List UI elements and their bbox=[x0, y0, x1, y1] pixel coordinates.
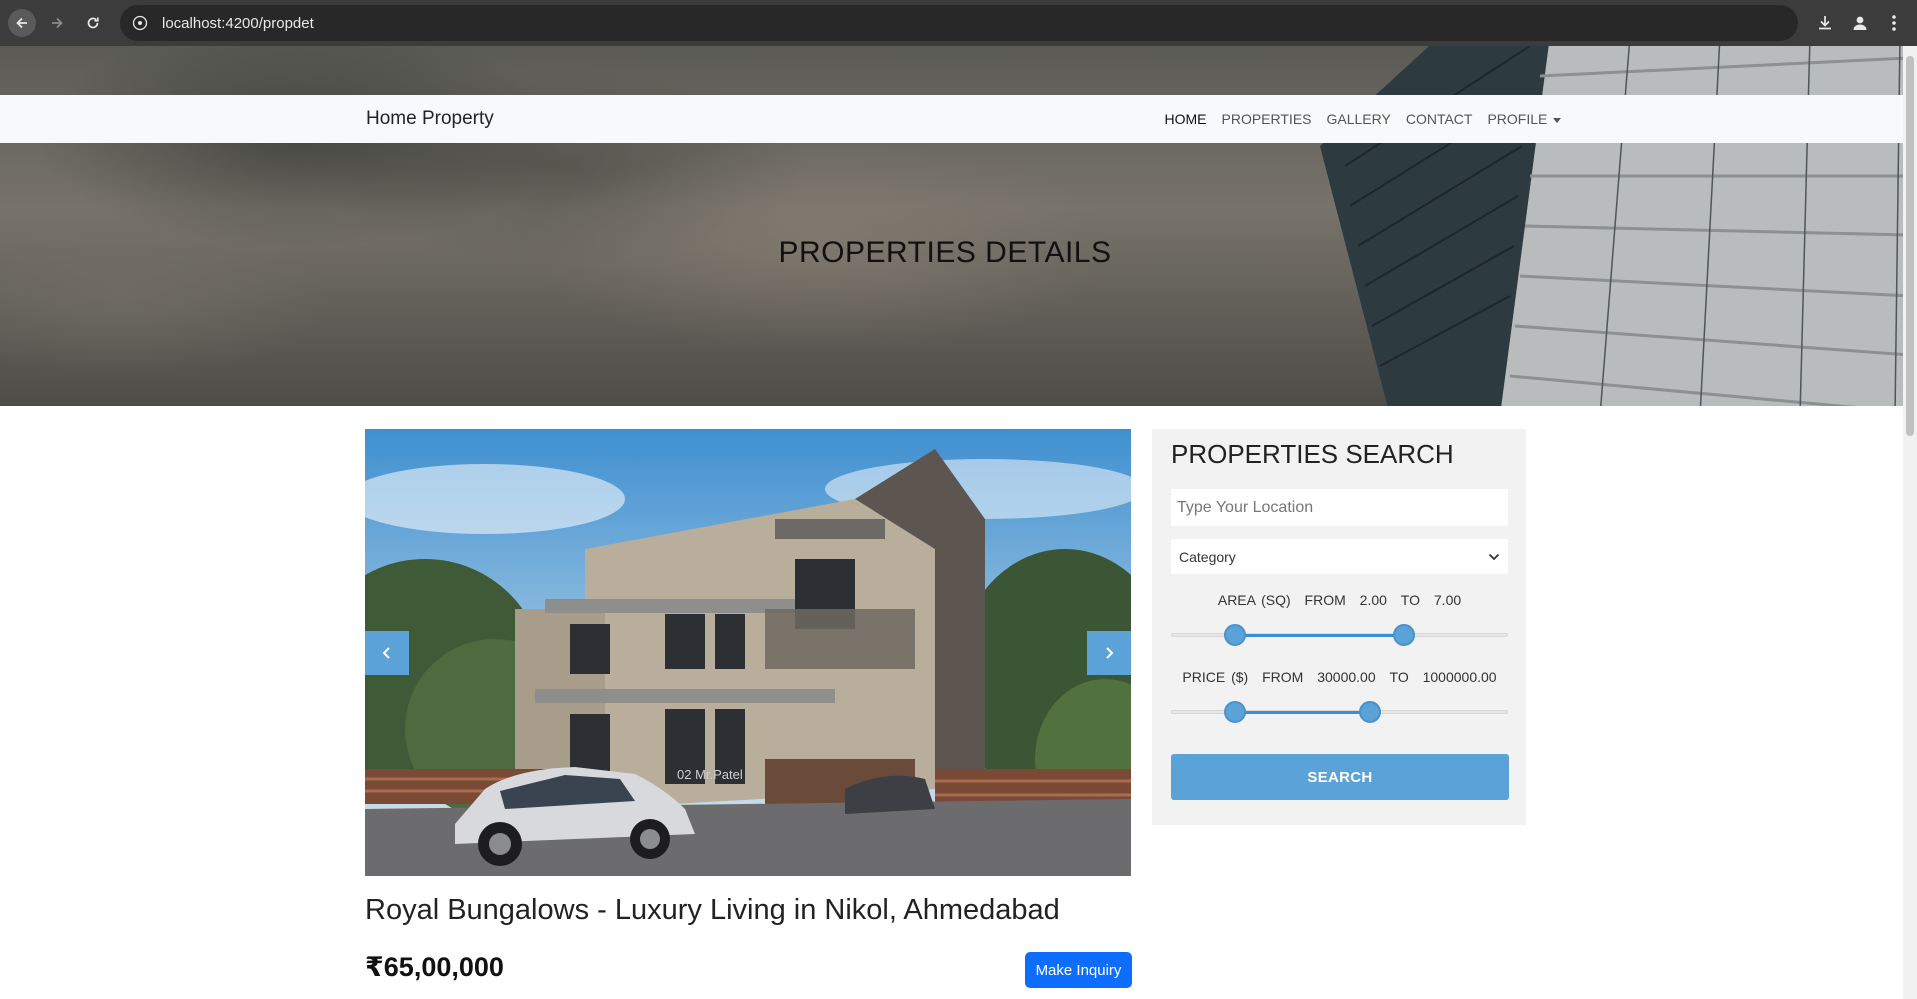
area-label: AREA (SQ) bbox=[1217, 592, 1291, 608]
area-min-handle[interactable] bbox=[1224, 624, 1247, 646]
address-bar[interactable]: localhost:4200/propdet bbox=[120, 5, 1798, 41]
caret-down-icon bbox=[1553, 117, 1562, 123]
nav-item-properties[interactable]: PROPERTIES bbox=[1214, 111, 1319, 127]
price-min-handle[interactable] bbox=[1224, 701, 1247, 723]
page-viewport: Home Property HOME PROPERTIES GALLERY CO… bbox=[0, 46, 1903, 999]
nav-item-home[interactable]: HOME bbox=[1157, 111, 1214, 127]
carousel-next-button[interactable] bbox=[1087, 631, 1131, 675]
download-icon[interactable] bbox=[1811, 9, 1839, 37]
nav-item-profile-dropdown[interactable]: PROFILE bbox=[1480, 111, 1569, 127]
url-text: localhost:4200/propdet bbox=[162, 14, 314, 32]
brand-logo[interactable]: Home Property bbox=[366, 95, 494, 143]
category-select[interactable]: Category bbox=[1171, 539, 1508, 574]
price-range-label: PRICE ($) FROM 30000.00 TO 1000000.00 bbox=[1171, 669, 1508, 685]
nav-menu: HOME PROPERTIES GALLERY CONTACT PROFILE bbox=[1157, 95, 1569, 143]
nav-item-contact[interactable]: CONTACT bbox=[1398, 111, 1480, 127]
house-sign-text: 02 Mr.Patel bbox=[677, 767, 743, 782]
property-photo: 02 Mr.Patel bbox=[365, 429, 1131, 876]
search-panel-title: PROPERTIES SEARCH bbox=[1171, 439, 1454, 469]
nav-item-gallery[interactable]: GALLERY bbox=[1319, 111, 1398, 127]
area-to-value: 7.00 bbox=[1433, 592, 1462, 608]
property-image-carousel[interactable]: 02 Mr.Patel bbox=[365, 429, 1131, 876]
carousel-prev-button[interactable] bbox=[365, 631, 409, 675]
browser-toolbar: localhost:4200/propdet bbox=[0, 0, 1917, 46]
back-arrow-icon[interactable] bbox=[8, 9, 36, 37]
page-scrollbar[interactable] bbox=[1903, 46, 1917, 999]
location-input[interactable] bbox=[1171, 489, 1508, 526]
price-max-handle[interactable] bbox=[1358, 701, 1381, 723]
site-info-icon[interactable] bbox=[130, 13, 150, 33]
properties-search-panel: PROPERTIES SEARCH Category AREA (SQ) FRO… bbox=[1152, 429, 1526, 825]
property-title: Royal Bungalows - Luxury Living in Nikol… bbox=[365, 894, 1060, 926]
price-range-slider[interactable] bbox=[1171, 701, 1508, 723]
area-from-label: FROM bbox=[1304, 592, 1346, 608]
property-price: ₹65,00,000 bbox=[365, 952, 504, 982]
price-to-label: TO bbox=[1389, 669, 1409, 685]
price-label: PRICE ($) bbox=[1182, 669, 1249, 685]
category-select-value: Category bbox=[1179, 548, 1236, 565]
forward-arrow-icon[interactable] bbox=[43, 9, 71, 37]
slider-fill bbox=[1235, 711, 1370, 714]
area-to-label: TO bbox=[1400, 592, 1420, 608]
area-range-label: AREA (SQ) FROM 2.00 TO 7.00 bbox=[1171, 592, 1508, 608]
price-to-value: 1000000.00 bbox=[1422, 669, 1497, 685]
chevron-down-icon bbox=[1488, 553, 1500, 560]
make-inquiry-button[interactable]: Make Inquiry bbox=[1025, 952, 1132, 988]
nav-item-profile-label: PROFILE bbox=[1487, 111, 1548, 127]
price-from-label: FROM bbox=[1262, 669, 1304, 685]
chevron-right-icon bbox=[1106, 647, 1114, 659]
search-button[interactable]: SEARCH bbox=[1171, 754, 1509, 800]
kebab-menu-icon[interactable] bbox=[1880, 9, 1908, 37]
area-from-value: 2.00 bbox=[1359, 592, 1387, 608]
chevron-left-icon bbox=[382, 647, 390, 659]
area-max-handle[interactable] bbox=[1392, 624, 1415, 646]
slider-fill bbox=[1235, 634, 1404, 637]
scrollbar-thumb[interactable] bbox=[1906, 56, 1914, 436]
account-icon[interactable] bbox=[1846, 9, 1874, 37]
reload-icon[interactable] bbox=[79, 9, 107, 37]
area-range-slider[interactable] bbox=[1171, 624, 1508, 646]
price-from-value: 30000.00 bbox=[1317, 669, 1376, 685]
page-title: PROPERTIES DETAILS bbox=[778, 236, 1112, 269]
hero-banner: Home Property HOME PROPERTIES GALLERY CO… bbox=[0, 46, 1903, 406]
site-navbar: Home Property HOME PROPERTIES GALLERY CO… bbox=[0, 95, 1903, 143]
